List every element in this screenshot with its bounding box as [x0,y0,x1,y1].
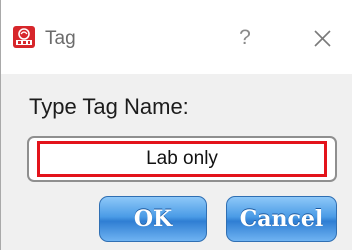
tag-dialog: Tag ? Type Tag Name: OK Cancel [0,0,352,250]
tag-name-input[interactable] [37,141,327,177]
dialog-body: Type Tag Name: OK Cancel [1,74,352,250]
ok-button[interactable]: OK [99,196,207,242]
tag-input-frame [27,136,337,182]
tag-name-label: Type Tag Name: [29,94,189,119]
title-bar[interactable]: Tag ? [1,0,352,74]
cancel-button[interactable]: Cancel [226,196,337,242]
window-title: Tag [45,28,76,49]
tdm-logo-icon [13,26,35,48]
close-icon[interactable] [309,24,337,52]
help-button[interactable]: ? [233,24,257,52]
